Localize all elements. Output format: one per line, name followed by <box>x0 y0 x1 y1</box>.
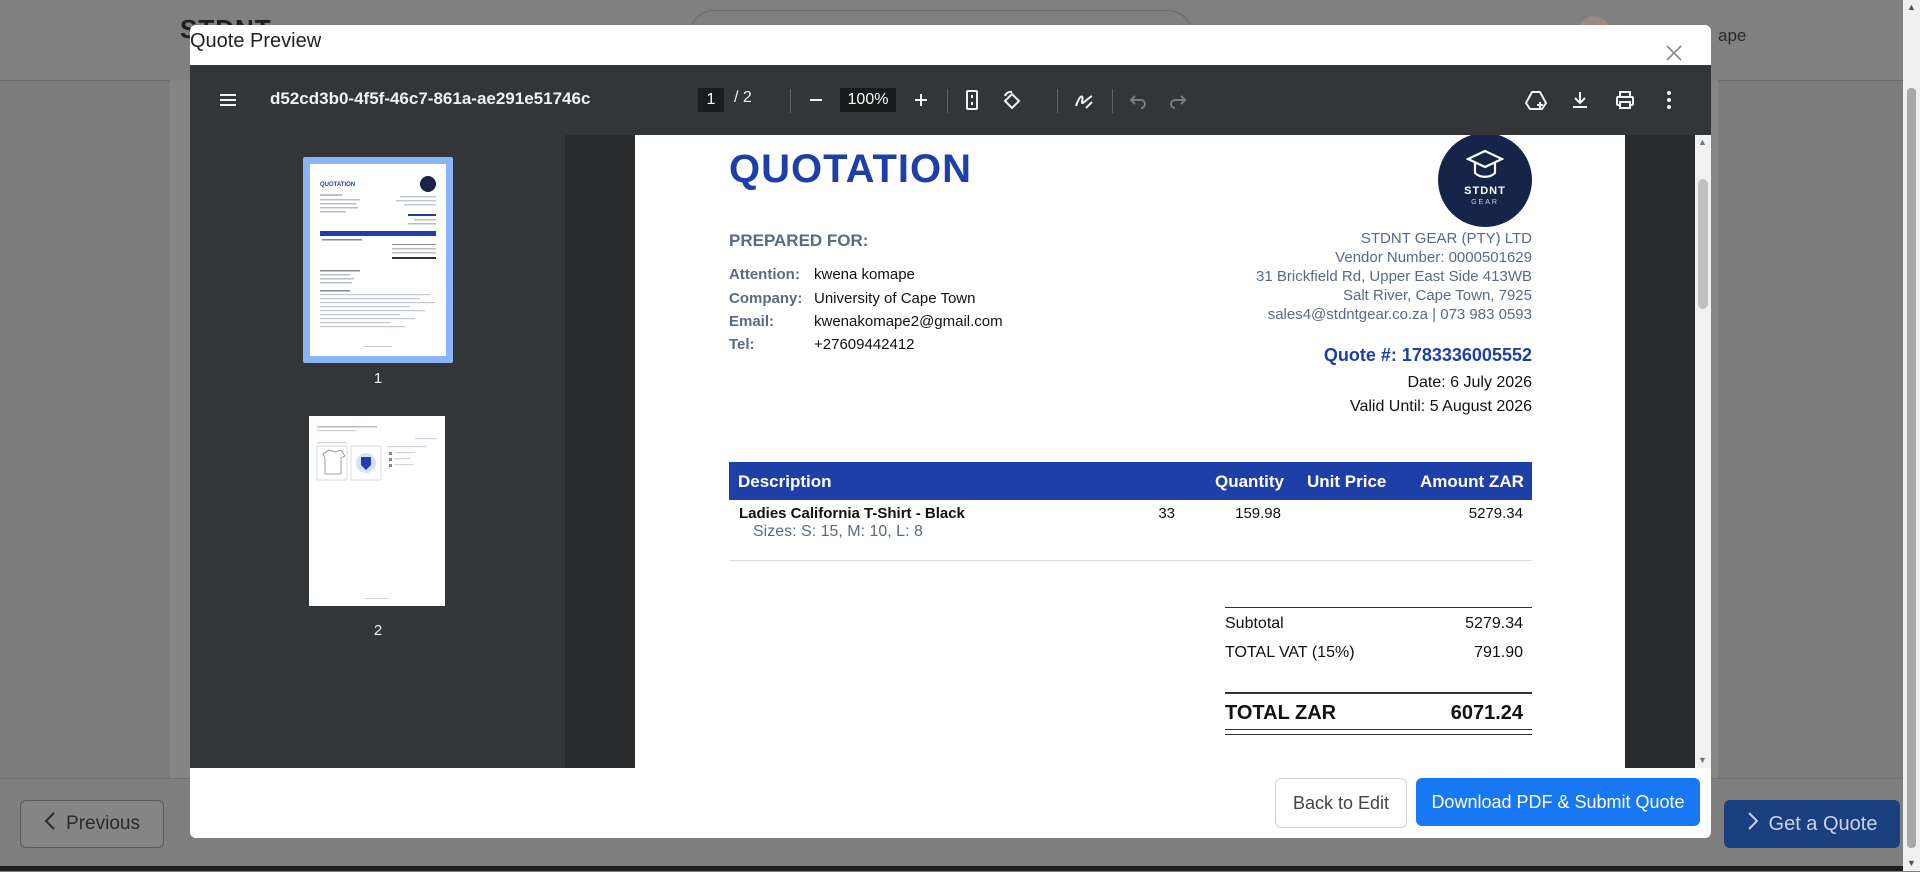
column-header: Quantity <box>1215 472 1284 491</box>
vendor-number: Vendor Number: 0000501629 <box>1335 249 1532 266</box>
toolbar-divider <box>947 89 948 113</box>
column-header: Unit Price <box>1307 472 1387 491</box>
thumbnail-sidebar: QUOTATION 1 2 <box>190 135 566 768</box>
scroll-down-icon[interactable]: ▼ <box>1907 858 1916 868</box>
total-label: TOTAL ZAR <box>1225 702 1337 724</box>
document-canvas: QUOTATION STDNT GEAR PREPARED FOR: Atten… <box>565 135 1695 768</box>
totals-divider <box>1225 607 1532 608</box>
pdf-toolbar: d52cd3b0-4f5f-46c7-861a-ae291e51746c 1 /… <box>190 65 1711 135</box>
totals-divider <box>1225 729 1532 730</box>
get-quote-button: Get a Quote <box>1724 800 1900 848</box>
vendor-address-1: 31 Brickfield Rd, Upper East Side 413WB <box>1256 268 1532 285</box>
page-number-input[interactable]: 1 <box>698 88 724 112</box>
download-icon[interactable] <box>1568 88 1592 112</box>
field-value: kwena komape <box>814 266 915 283</box>
toolbar-divider <box>1057 89 1058 113</box>
rotate-icon[interactable] <box>1000 88 1024 112</box>
thumbnail-page-2[interactable] <box>309 416 445 606</box>
zoom-in-icon[interactable] <box>909 88 933 112</box>
thumbnail-label: 2 <box>373 622 383 639</box>
column-header: Description <box>738 472 832 491</box>
fit-page-icon[interactable] <box>960 88 984 112</box>
field-value: kwenakomape2@gmail.com <box>814 313 1003 330</box>
thumbnail-page-preview: QUOTATION <box>310 164 446 356</box>
scroll-down-icon[interactable]: ▼ <box>1698 755 1707 765</box>
quote-preview-modal: Quote Preview d52cd3b0-4f5f-46c7-861a-ae… <box>190 25 1711 838</box>
modal-title: Quote Preview <box>190 30 322 52</box>
vendor-name: STDNT GEAR (PTY) LTD <box>1360 230 1532 247</box>
total-value: 6071.24 <box>1450 702 1523 724</box>
toolbar-divider <box>1112 89 1113 113</box>
previous-button: Previous <box>20 800 164 848</box>
vendor-contact: sales4@stdntgear.co.za | 073 983 0593 <box>1267 306 1532 323</box>
quote-number: Quote #: 1783336005552 <box>1323 345 1532 365</box>
get-quote-label: Get a Quote <box>1768 812 1878 835</box>
back-to-edit-button[interactable]: Back to Edit <box>1275 778 1407 828</box>
document-scrollbar[interactable]: ▲ ▼ <box>1695 135 1711 768</box>
thumbnail-page-1[interactable]: QUOTATION <box>303 157 453 363</box>
vat-value: 791.90 <box>1474 644 1523 661</box>
document-scroll-thumb[interactable] <box>1698 179 1708 309</box>
svg-text:QUOTATION: QUOTATION <box>320 182 355 188</box>
toolbar-divider <box>790 89 791 113</box>
item-quantity: 33 <box>1158 505 1175 522</box>
field-value: University of Cape Town <box>814 290 976 307</box>
chevron-left-icon <box>44 812 56 836</box>
chevron-right-icon <box>1747 812 1759 836</box>
field-label: Tel: <box>729 336 755 353</box>
download-submit-button[interactable]: Download PDF & Submit Quote <box>1416 778 1700 826</box>
page-total: / 2 <box>734 89 752 106</box>
redo-icon[interactable] <box>1166 88 1190 112</box>
close-icon[interactable] <box>1664 43 1684 63</box>
vendor-address-2: Salt River, Cape Town, 7925 <box>1342 287 1532 304</box>
totals-divider <box>1225 734 1532 735</box>
subtotal-value: 5279.34 <box>1465 615 1523 632</box>
save-to-drive-icon[interactable] <box>1524 88 1548 112</box>
quote-date: Date: 6 July 2026 <box>1407 374 1532 391</box>
page-scroll-thumb[interactable] <box>1907 88 1916 848</box>
vat-label: TOTAL VAT (15%) <box>1225 644 1355 661</box>
print-icon[interactable] <box>1613 88 1637 112</box>
pdf-page: QUOTATION STDNT GEAR PREPARED FOR: Atten… <box>635 135 1625 768</box>
logo-name: STDNT <box>1464 185 1506 197</box>
menu-icon[interactable] <box>216 88 240 112</box>
zoom-out-icon[interactable] <box>804 88 828 112</box>
field-value: +27609442412 <box>814 336 915 353</box>
row-divider <box>729 560 1532 561</box>
field-label: Attention: <box>729 266 800 283</box>
company-logo: STDNT GEAR <box>1438 135 1532 227</box>
item-description: Ladies California T-Shirt - Black <box>739 505 965 522</box>
column-header: Amount ZAR <box>1420 472 1524 491</box>
document-name: d52cd3b0-4f5f-46c7-861a-ae291e51746c <box>270 89 591 108</box>
zoom-input[interactable]: 100% <box>840 88 896 112</box>
more-options-icon[interactable] <box>1657 88 1681 112</box>
subtotal-label: Subtotal <box>1225 615 1284 632</box>
logo-sub: GEAR <box>1471 199 1499 206</box>
previous-label: Previous <box>66 813 140 834</box>
pdf-viewer: d52cd3b0-4f5f-46c7-861a-ae291e51746c 1 /… <box>190 65 1711 768</box>
item-amount: 5279.34 <box>1468 505 1523 522</box>
quote-valid-until: Valid Until: 5 August 2026 <box>1349 398 1532 415</box>
thumbnail-label: 1 <box>373 370 383 387</box>
bottom-strip <box>0 866 1903 871</box>
user-name: ape <box>1718 26 1747 45</box>
item-unit-price: 159.98 <box>1235 505 1281 522</box>
scroll-up-icon[interactable]: ▲ <box>1907 2 1916 12</box>
totals-divider <box>1225 692 1532 694</box>
undo-icon[interactable] <box>1126 88 1150 112</box>
field-label: Email: <box>729 313 775 330</box>
item-sizes: Sizes: S: 15, M: 10, L: 8 <box>753 523 923 540</box>
items-table-header: Description Quantity Unit Price Amount Z… <box>729 462 1532 500</box>
quote-title: QUOTATION <box>729 147 973 191</box>
page-scrollbar[interactable]: ▲ ▼ <box>1903 0 1920 871</box>
field-label: Company: <box>729 290 803 307</box>
prepared-for-heading: PREPARED FOR: <box>729 231 869 250</box>
graduation-cap-icon <box>1465 147 1505 186</box>
draw-icon[interactable] <box>1072 88 1096 112</box>
scroll-up-icon[interactable]: ▲ <box>1698 137 1707 147</box>
